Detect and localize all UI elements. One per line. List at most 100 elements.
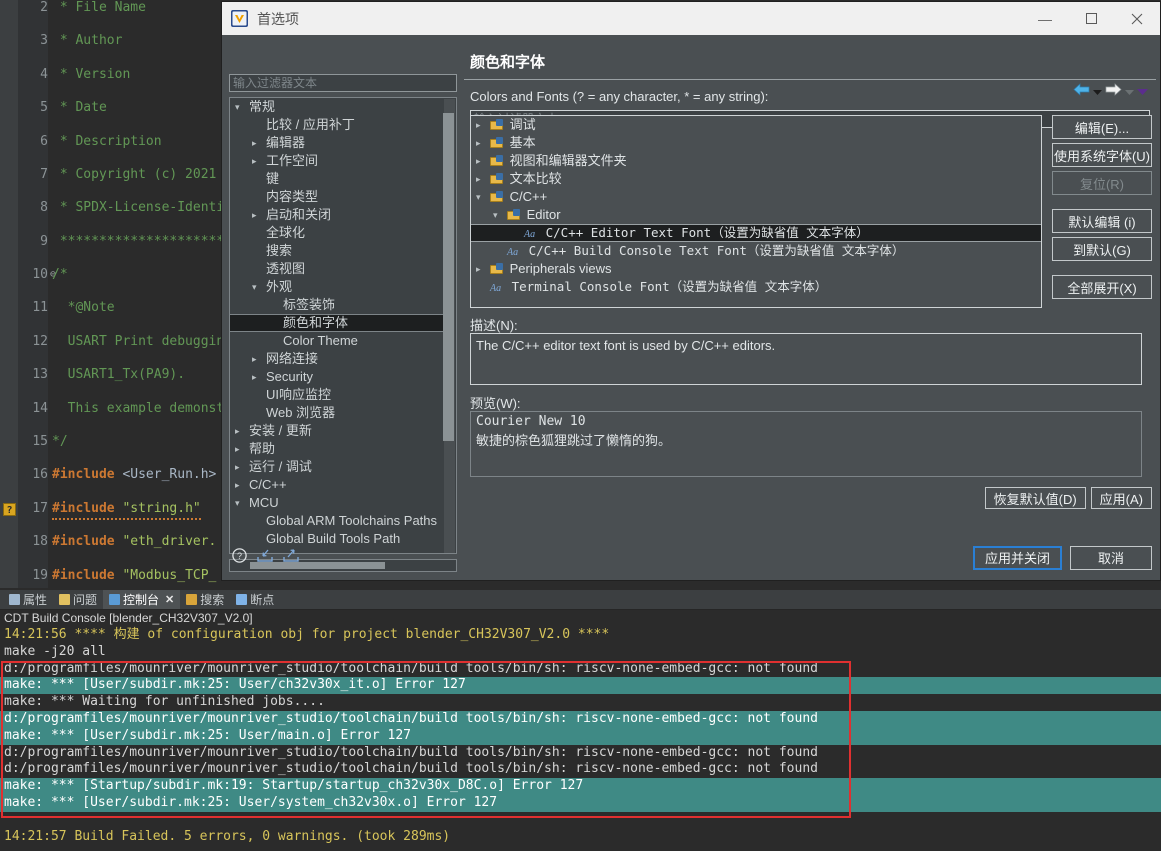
code-line[interactable]: 5 * Date — [0, 100, 230, 117]
export-icon[interactable] — [283, 548, 299, 568]
pref-tree-item[interactable]: Web 浏览器 — [230, 404, 443, 422]
close-button[interactable] — [1114, 2, 1160, 35]
colors-and-fonts-tree[interactable]: ▸ 调试 ▸ 基本 ▸ 视图和编辑器文件夹 ▸ 文本比较 ▾ C/C++ ▾ Editor… — [470, 115, 1042, 308]
console-tab-properties[interactable]: 属性 — [3, 590, 53, 609]
chevron-right-icon[interactable]: ▸ — [235, 476, 240, 494]
editor-text-area[interactable]: 2 * File Name 3 * Author 4 * Version 5 * Da… — [0, 0, 230, 588]
console-tab-search[interactable]: 搜索 — [180, 590, 230, 609]
pref-tree-item[interactable]: ▸ 运行 / 调试 — [230, 458, 443, 476]
chevron-right-icon[interactable]: ▸ — [252, 152, 257, 170]
chevron-down-icon[interactable]: ▾ — [493, 206, 498, 224]
pref-tree-item[interactable]: ▸ 工作空间 — [230, 152, 443, 170]
code-line[interactable]: 7 * Copyright (c) 2021 — [0, 167, 230, 184]
colors-fonts-item[interactable]: Aa C/C++ Editor Text Font（设置为缺省值 文本字体） — [471, 224, 1041, 242]
colors-fonts-item[interactable]: ▸ 基本 — [471, 134, 1041, 152]
code-line[interactable]: ? 17 #include "string.h" — [0, 501, 230, 520]
code-line[interactable]: 6 * Description — [0, 134, 230, 151]
chevron-down-icon[interactable]: ▾ — [252, 278, 257, 296]
cancel-button[interactable]: 取消 — [1070, 545, 1152, 570]
preferences-tree[interactable]: ▾ 常规 比较 / 应用补丁 ▸ 编辑器 ▸ 工作空间键内容类型 ▸ 启动和关闭 全球化 搜索 透视图… — [229, 97, 457, 554]
edit-default-button[interactable]: 默认编辑 (i) — [1052, 209, 1152, 233]
chevron-right-icon[interactable]: ▸ — [476, 152, 481, 170]
import-icon[interactable] — [257, 548, 273, 568]
forward-arrow-icon[interactable] — [1105, 83, 1122, 101]
minimize-button[interactable]: — — [1022, 2, 1068, 35]
chevron-right-icon[interactable]: ▸ — [476, 116, 481, 134]
pref-tree-item[interactable]: ▸ C/C++ — [230, 476, 443, 494]
code-line[interactable]: 15 */ — [0, 434, 230, 451]
code-line[interactable]: 4 * Version — [0, 67, 230, 84]
colors-fonts-item[interactable]: ▸ 调试 — [471, 116, 1041, 134]
pref-tree-item[interactable]: UI响应监控 — [230, 386, 443, 404]
use-system-font-button[interactable]: 使用系统字体(U) — [1052, 143, 1152, 167]
pref-tree-item[interactable]: ▾ 常规 — [230, 98, 443, 116]
more-dropdown-icon[interactable] — [1137, 83, 1148, 101]
back-arrow-icon[interactable] — [1073, 83, 1090, 101]
maximize-button[interactable] — [1068, 2, 1114, 35]
colors-fonts-item[interactable]: ▾ Editor — [471, 206, 1041, 224]
pref-tree-item[interactable]: 标签装饰 — [230, 296, 443, 314]
colors-fonts-item[interactable]: Aa C/C++ Build Console Text Font（设置为缺省值 … — [471, 242, 1041, 260]
chevron-down-icon[interactable]: ▾ — [235, 98, 240, 116]
edit-button[interactable]: 编辑(E)... — [1052, 115, 1152, 139]
chevron-right-icon[interactable]: ▸ — [235, 458, 240, 476]
console-log[interactable]: 14:21:56 **** 构建 of configuration obj fo… — [0, 627, 1161, 845]
code-line[interactable]: 19 #include "Modbus_TCP_ — [0, 568, 230, 585]
apply-button[interactable]: 应用(A) — [1090, 487, 1152, 509]
code-line[interactable]: 16 #include <User_Run.h> — [0, 467, 230, 484]
code-line[interactable]: 8 * SPDX-License-Identi — [0, 200, 230, 217]
console-tab-breakpoints[interactable]: 断点 — [230, 590, 280, 609]
go-to-default-button[interactable]: 到默认(G) — [1052, 237, 1152, 261]
chevron-right-icon[interactable]: ▸ — [476, 134, 481, 152]
help-icon[interactable]: ? — [232, 547, 247, 568]
code-line[interactable]: 9 ********************* — [0, 234, 230, 251]
chevron-right-icon[interactable]: ▸ — [252, 350, 257, 368]
pref-tree-item[interactable]: 搜索 — [230, 242, 443, 260]
pref-tree-item[interactable]: ▸ 安装 / 更新 — [230, 422, 443, 440]
pref-tree-item[interactable]: Global ARM Toolchains Paths — [230, 512, 443, 530]
code-line[interactable]: 18 #include "eth_driver. — [0, 534, 230, 551]
code-line[interactable]: 2 * File Name — [0, 0, 230, 17]
tree-scrollbar-thumb[interactable] — [443, 113, 454, 441]
code-line[interactable]: 10 ⊖/* — [0, 267, 230, 284]
pref-tree-item[interactable]: 比较 / 应用补丁 — [230, 116, 443, 134]
pref-tree-item[interactable]: Color Theme — [230, 332, 443, 350]
close-icon[interactable]: ✕ — [165, 593, 174, 606]
pref-tree-item[interactable]: ▸ 帮助 — [230, 440, 443, 458]
pref-tree-item[interactable]: 键 — [230, 170, 443, 188]
expand-all-button[interactable]: 全部展开(X) — [1052, 275, 1152, 299]
back-dropdown-icon[interactable] — [1093, 83, 1102, 101]
pref-tree-item[interactable]: ▾ MCU — [230, 494, 443, 512]
pref-tree-item[interactable]: 颜色和字体 — [230, 314, 443, 332]
chevron-right-icon[interactable]: ▸ — [476, 170, 481, 188]
colors-fonts-item[interactable]: ▸ 文本比较 — [471, 170, 1041, 188]
warning-marker-icon[interactable]: ? — [3, 502, 16, 516]
code-line[interactable]: 11 *@Note — [0, 300, 230, 317]
pref-tree-item[interactable]: ▾ 外观 — [230, 278, 443, 296]
restore-defaults-button[interactable]: 恢复默认值(D) — [984, 487, 1086, 509]
pref-tree-item[interactable]: ▸ 编辑器 — [230, 134, 443, 152]
chevron-right-icon[interactable]: ▸ — [252, 368, 257, 386]
colors-fonts-item[interactable]: ▸ 视图和编辑器文件夹 — [471, 152, 1041, 170]
colors-fonts-item[interactable]: ▸ Peripherals views — [471, 260, 1041, 278]
code-line[interactable]: 12 USART Print debuggin — [0, 334, 230, 351]
tree-filter-input[interactable]: 输入过滤器文本 — [229, 74, 457, 92]
chevron-right-icon[interactable]: ▸ — [235, 422, 240, 440]
code-line[interactable]: 14 This example demonst — [0, 401, 230, 418]
code-line[interactable]: 13 USART1_Tx(PA9). — [0, 367, 230, 384]
code-line[interactable]: 3 * Author — [0, 33, 230, 50]
colors-fonts-item[interactable]: ▾ C/C++ — [471, 188, 1041, 206]
pref-tree-item[interactable]: 透视图 — [230, 260, 443, 278]
console-tab-bar[interactable]: 属性 问题 控制台 ✕ 搜索 断点 — [0, 590, 1161, 610]
pref-tree-item[interactable]: ▸ 启动和关闭 — [230, 206, 443, 224]
chevron-right-icon[interactable]: ▸ — [252, 134, 257, 152]
chevron-down-icon[interactable]: ▾ — [476, 188, 481, 206]
colors-fonts-item[interactable]: Aa Terminal Console Font（设置为缺省值 文本字体） — [471, 278, 1041, 296]
chevron-right-icon[interactable]: ▸ — [252, 206, 257, 224]
console-tab-console[interactable]: 控制台 ✕ — [103, 590, 181, 609]
apply-and-close-button[interactable]: 应用并关闭 — [972, 545, 1062, 570]
pref-tree-item[interactable]: ▸ 网络连接 — [230, 350, 443, 368]
chevron-right-icon[interactable]: ▸ — [476, 260, 481, 278]
pref-tree-item[interactable]: 内容类型 — [230, 188, 443, 206]
chevron-right-icon[interactable]: ▸ — [235, 440, 240, 458]
